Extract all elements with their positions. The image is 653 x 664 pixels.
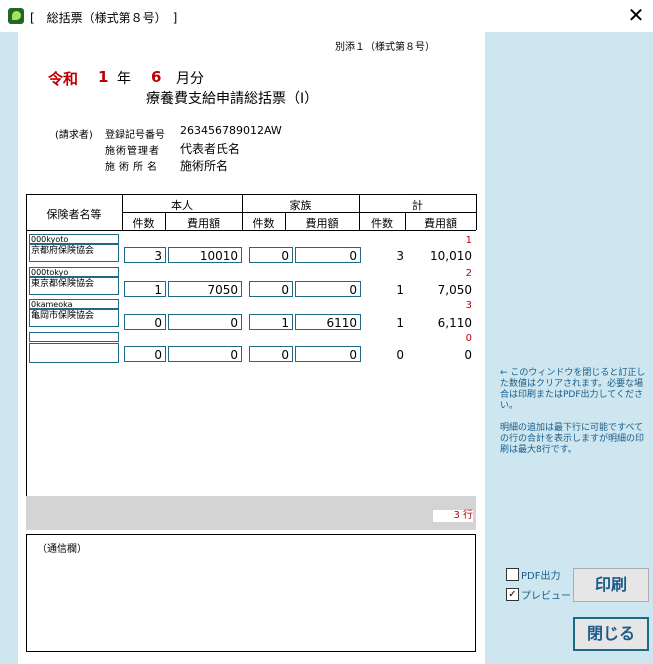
- self-count-field[interactable]: 0: [124, 314, 166, 330]
- form-title: 療養費支給申請総括票（Ⅰ）: [146, 91, 319, 107]
- self-amount-field[interactable]: 0: [168, 346, 242, 362]
- family-amount-field[interactable]: 0: [295, 346, 361, 362]
- claimant-label: (請求者): [55, 130, 93, 141]
- total-amount: 6,110: [437, 316, 472, 330]
- reg-no-label: 登録記号番号: [105, 130, 165, 141]
- month-value[interactable]: 6: [151, 68, 161, 86]
- self-count-field[interactable]: 1: [124, 281, 166, 297]
- pdf-output-checkbox[interactable]: [506, 568, 519, 581]
- insurer-code-field[interactable]: 000tokyo: [29, 267, 119, 277]
- total-header: 計: [412, 199, 423, 212]
- insurer-name-field[interactable]: [29, 343, 119, 363]
- family-count-field[interactable]: 0: [249, 346, 293, 362]
- family-header: 家族: [289, 199, 312, 212]
- self-count-field[interactable]: 0: [124, 346, 166, 362]
- app-icon: [8, 8, 24, 24]
- family-amount-field[interactable]: 0: [295, 247, 361, 263]
- table-border-right: [476, 194, 477, 230]
- year-label: 年: [117, 71, 131, 87]
- self-amount-field[interactable]: 0: [168, 314, 242, 330]
- self-amount-field[interactable]: 7050: [168, 281, 242, 297]
- preview-label[interactable]: プレビュー: [521, 587, 571, 602]
- family-amount-field[interactable]: 6110: [295, 314, 361, 330]
- total-count: 1: [396, 283, 404, 297]
- era-label: 令和: [48, 70, 79, 88]
- insurer-name-field[interactable]: 京都府保険協会: [29, 244, 119, 262]
- reg-no-value[interactable]: 263456789012AW: [180, 124, 282, 137]
- total-amount-header: 費用額: [424, 217, 457, 230]
- total-amount: 0: [464, 348, 472, 362]
- insurer-header: 保険者名等: [46, 208, 102, 221]
- clinic-value[interactable]: 施術所名: [180, 157, 228, 174]
- total-amount: 10,010: [430, 249, 472, 263]
- insurer-code-field[interactable]: 000kyoto: [29, 234, 119, 244]
- print-button[interactable]: 印刷: [573, 568, 649, 602]
- self-count-field[interactable]: 3: [124, 247, 166, 263]
- pdf-output-label[interactable]: PDF出力: [521, 567, 560, 582]
- row-number: 3: [465, 300, 472, 311]
- row-count: 3 行: [433, 510, 473, 522]
- insurer-name-field[interactable]: 亀岡市保険協会: [29, 309, 119, 327]
- remarks-textarea[interactable]: （通信欄）: [26, 534, 476, 652]
- self-header: 本人: [171, 199, 193, 212]
- total-amount: 7,050: [437, 283, 472, 297]
- family-amount-header: 費用額: [305, 217, 339, 230]
- self-count-header: 件数: [132, 217, 155, 230]
- manager-value[interactable]: 代表者氏名: [180, 140, 240, 157]
- preview-checkbox[interactable]: ✓: [506, 588, 519, 601]
- window-title: [ 総括票（様式第８号） ]: [30, 11, 178, 25]
- total-count-header: 件数: [371, 217, 393, 230]
- total-count: 0: [396, 348, 404, 362]
- month-label: 月分: [176, 71, 204, 87]
- help-note: ← このウィンドウを閉じると訂正した数値はクリアされます。必要な場合は印刷または…: [500, 368, 646, 455]
- table-border-left: [26, 194, 27, 496]
- year-value[interactable]: 1: [98, 68, 108, 86]
- self-amount-field[interactable]: 10010: [168, 247, 242, 263]
- total-count: 3: [396, 249, 404, 263]
- self-amount-header: 費用額: [187, 217, 220, 230]
- total-count: 1: [396, 316, 404, 330]
- row-number: 2: [465, 268, 472, 279]
- row-number: 0: [465, 333, 472, 344]
- family-amount-field[interactable]: 0: [295, 281, 361, 297]
- table-border-top: [26, 194, 476, 195]
- clinic-label: 施術所名: [105, 162, 161, 173]
- family-count-field[interactable]: 0: [249, 247, 293, 263]
- annex-label: 別添１（様式第８号）: [335, 42, 435, 53]
- family-count-header: 件数: [252, 217, 275, 230]
- insurer-code-field[interactable]: 0kameoka: [29, 299, 119, 309]
- family-count-field[interactable]: 1: [249, 314, 293, 330]
- remarks-label: （通信欄）: [37, 544, 87, 555]
- family-count-field[interactable]: 0: [249, 281, 293, 297]
- close-icon[interactable]: ✕: [624, 4, 648, 28]
- insurer-name-field[interactable]: 東京都保険協会: [29, 277, 119, 295]
- table-footer-bar: [26, 496, 476, 530]
- manager-label: 施術管理者: [105, 146, 160, 157]
- row-number: 1: [465, 235, 472, 246]
- insurer-code-field[interactable]: [29, 332, 119, 342]
- close-button[interactable]: 閉じる: [573, 617, 649, 651]
